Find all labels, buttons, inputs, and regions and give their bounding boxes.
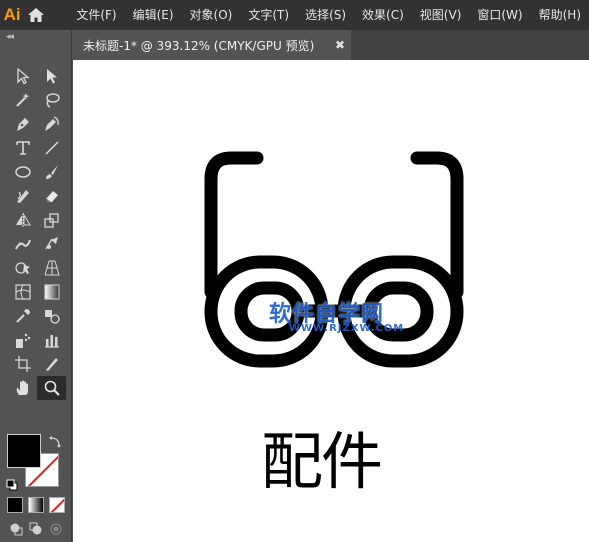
mesh-tool-icon[interactable] [8, 280, 37, 304]
collapse-panel-icon[interactable]: ◂◂ [6, 32, 14, 42]
blend-tool-icon[interactable] [37, 304, 66, 328]
shaper-tool-icon[interactable] [8, 184, 37, 208]
eraser-tool-icon[interactable] [37, 184, 66, 208]
paintbrush-tool-icon[interactable] [37, 160, 66, 184]
line-segment-tool-icon[interactable] [37, 136, 66, 160]
close-icon[interactable]: ✖ [335, 38, 345, 52]
menu-type[interactable]: 文字(T) [240, 0, 297, 30]
shape-builder-tool-icon[interactable] [8, 256, 37, 280]
menu-file[interactable]: 文件(F) [68, 0, 124, 30]
color-mode-button[interactable] [7, 497, 23, 513]
tools-panel: ◂◂ [0, 30, 72, 542]
direct-selection-tool-icon[interactable] [37, 64, 66, 88]
document-tab-bar: 未标题-1* @ 393.12% (CMYK/GPU 预览) ✖ [73, 30, 589, 60]
perspective-grid-tool-icon[interactable] [37, 256, 66, 280]
hand-tool-icon[interactable] [8, 376, 37, 400]
symbol-sprayer-tool-icon[interactable] [8, 328, 37, 352]
zoom-tool-icon[interactable] [37, 376, 66, 400]
gradient-tool-icon[interactable] [37, 280, 66, 304]
app-logo: Ai [3, 5, 21, 24]
gradient-mode-button[interactable] [28, 497, 44, 513]
type-tool-icon[interactable] [8, 136, 37, 160]
menu-effect[interactable]: 效果(C) [354, 0, 412, 30]
ellipse-tool-icon[interactable] [8, 160, 37, 184]
artboard-tool-icon[interactable] [8, 352, 37, 376]
none-mode-button[interactable] [49, 497, 65, 513]
tool-grid [8, 64, 66, 400]
reflect-tool-icon[interactable] [8, 208, 37, 232]
menu-select[interactable]: 选择(S) [297, 0, 354, 30]
pen-tool-icon[interactable] [8, 112, 37, 136]
fill-color-swatch[interactable] [7, 434, 41, 468]
default-fill-stroke-icon[interactable] [6, 476, 18, 495]
selection-tool-icon[interactable] [8, 64, 37, 88]
drawing-mode-row [8, 521, 64, 537]
illustrator-window: Ai 文件(F) 编辑(E) 对象(O) 文字(T) 选择(S) 效果(C) 视… [0, 0, 589, 542]
free-transform-tool-icon[interactable] [37, 232, 66, 256]
home-icon[interactable] [24, 0, 48, 30]
menu-bar: Ai 文件(F) 编辑(E) 对象(O) 文字(T) 选择(S) 效果(C) 视… [0, 0, 589, 30]
artboard-canvas[interactable]: 软件自学网 WWW.RJZXW.COM 配件 [73, 60, 589, 542]
artwork-caption: 配件 [261, 425, 383, 498]
menu-edit[interactable]: 编辑(E) [125, 0, 182, 30]
document-tab[interactable]: 未标题-1* @ 393.12% (CMYK/GPU 预览) ✖ [73, 30, 351, 60]
eyedropper-tool-icon[interactable] [8, 304, 37, 328]
menu-window[interactable]: 窗口(W) [469, 0, 530, 30]
menu-object[interactable]: 对象(O) [182, 0, 241, 30]
magic-wand-tool-icon[interactable] [8, 88, 37, 112]
lasso-tool-icon[interactable] [37, 88, 66, 112]
draw-inside-icon[interactable] [48, 521, 64, 537]
column-graph-tool-icon[interactable] [37, 328, 66, 352]
curvature-tool-icon[interactable] [37, 112, 66, 136]
menu-view[interactable]: 视图(V) [412, 0, 470, 30]
watermark-url: WWW.RJZXW.COM [289, 323, 405, 334]
document-tab-title: 未标题-1* @ 393.12% (CMYK/GPU 预览) [83, 38, 315, 53]
menu-help[interactable]: 帮助(H) [531, 0, 589, 30]
scale-tool-icon[interactable] [37, 208, 66, 232]
swap-fill-stroke-icon[interactable] [48, 434, 62, 453]
puppet-warp-tool-icon[interactable] [8, 232, 37, 256]
menu-items: 文件(F) 编辑(E) 对象(O) 文字(T) 选择(S) 效果(C) 视图(V… [68, 0, 589, 30]
color-mode-row [7, 497, 65, 513]
slice-tool-icon[interactable] [37, 352, 66, 376]
draw-behind-icon[interactable] [28, 521, 44, 537]
draw-normal-icon[interactable] [8, 521, 24, 537]
